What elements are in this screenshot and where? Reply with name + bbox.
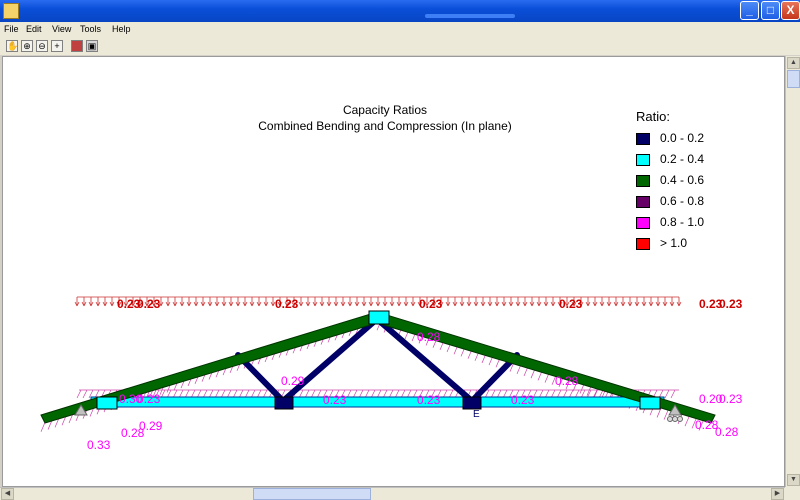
gusset-plate-bottom-left	[274, 396, 294, 410]
toolbar: ✋ ⊕ ⊖ + ▣	[0, 38, 800, 55]
scroll-down-icon[interactable]: ▼	[787, 474, 800, 486]
minimize-button[interactable]: _	[740, 1, 759, 20]
ratio-label: 0.23	[511, 393, 535, 407]
ratio-label: 0.23	[719, 392, 743, 406]
menu-help[interactable]: Help	[112, 24, 131, 34]
chord-load-hatch	[40, 316, 706, 432]
bottom-chord	[90, 396, 665, 408]
load-label: 0.23	[137, 297, 161, 311]
ratio-label: 0.28	[715, 425, 739, 439]
title-bar-decoration	[425, 14, 515, 18]
ratio-label: 0.29	[139, 419, 163, 433]
load-label: 0.23	[719, 297, 743, 311]
gusset-plate-left-heel	[96, 396, 118, 410]
scroll-up-icon[interactable]: ▲	[787, 57, 800, 69]
close-button[interactable]: X	[781, 1, 800, 20]
ratio-label: 0.23	[323, 393, 347, 407]
ratio-label: 0.23	[137, 392, 161, 406]
scrollbar-corner	[785, 487, 800, 500]
vertical-scroll-thumb[interactable]	[787, 70, 800, 88]
scroll-right-icon[interactable]: ▶	[771, 488, 784, 500]
zoom-out-icon[interactable]: ⊖	[36, 40, 48, 52]
node-label: E	[473, 409, 480, 420]
load-label: 0.23	[419, 297, 443, 311]
truss-diagram: 0.23 0.23 0.23 0.23 0.23 0.23 0.23 0.29 …	[40, 296, 743, 452]
horizontal-scrollbar[interactable]: ◀ ▶	[0, 487, 785, 500]
menu-file[interactable]: File	[4, 24, 19, 34]
gusset-plate-peak	[368, 310, 390, 325]
title-bar: _ □ X	[0, 0, 800, 22]
gusset-plate-bottom-right	[462, 396, 482, 410]
ratio-label: 0.28	[417, 330, 441, 344]
menu-bar: File Edit View Tools Help	[0, 22, 800, 39]
zoom-in-icon[interactable]: ⊕	[21, 40, 33, 52]
load-label: 0.23	[275, 297, 299, 311]
pan-hand-icon[interactable]: ✋	[6, 40, 18, 52]
drawing-canvas[interactable]: Capacity Ratios Combined Bending and Com…	[2, 56, 785, 487]
scroll-left-icon[interactable]: ◀	[1, 488, 14, 500]
menu-edit[interactable]: Edit	[26, 24, 42, 34]
menu-view[interactable]: View	[52, 24, 71, 34]
window-icon[interactable]: ▣	[86, 40, 98, 52]
color-chart-icon[interactable]	[71, 40, 83, 52]
ratio-label: 0.28	[555, 374, 579, 388]
maximize-button[interactable]: □	[761, 1, 780, 20]
crosshair-icon[interactable]: +	[51, 40, 63, 52]
gusset-plate-right-heel	[639, 396, 661, 410]
ratio-label: 0.23	[417, 393, 441, 407]
top-load-arrows	[74, 296, 682, 307]
horizontal-scroll-thumb[interactable]	[253, 488, 371, 500]
ratio-label: 0.33	[87, 438, 111, 452]
vertical-scrollbar[interactable]: ▲ ▼	[785, 56, 800, 487]
ratio-label: 0.29	[281, 374, 305, 388]
menu-tools[interactable]: Tools	[80, 24, 101, 34]
load-label: 0.23	[559, 297, 583, 311]
app-icon	[3, 3, 19, 19]
